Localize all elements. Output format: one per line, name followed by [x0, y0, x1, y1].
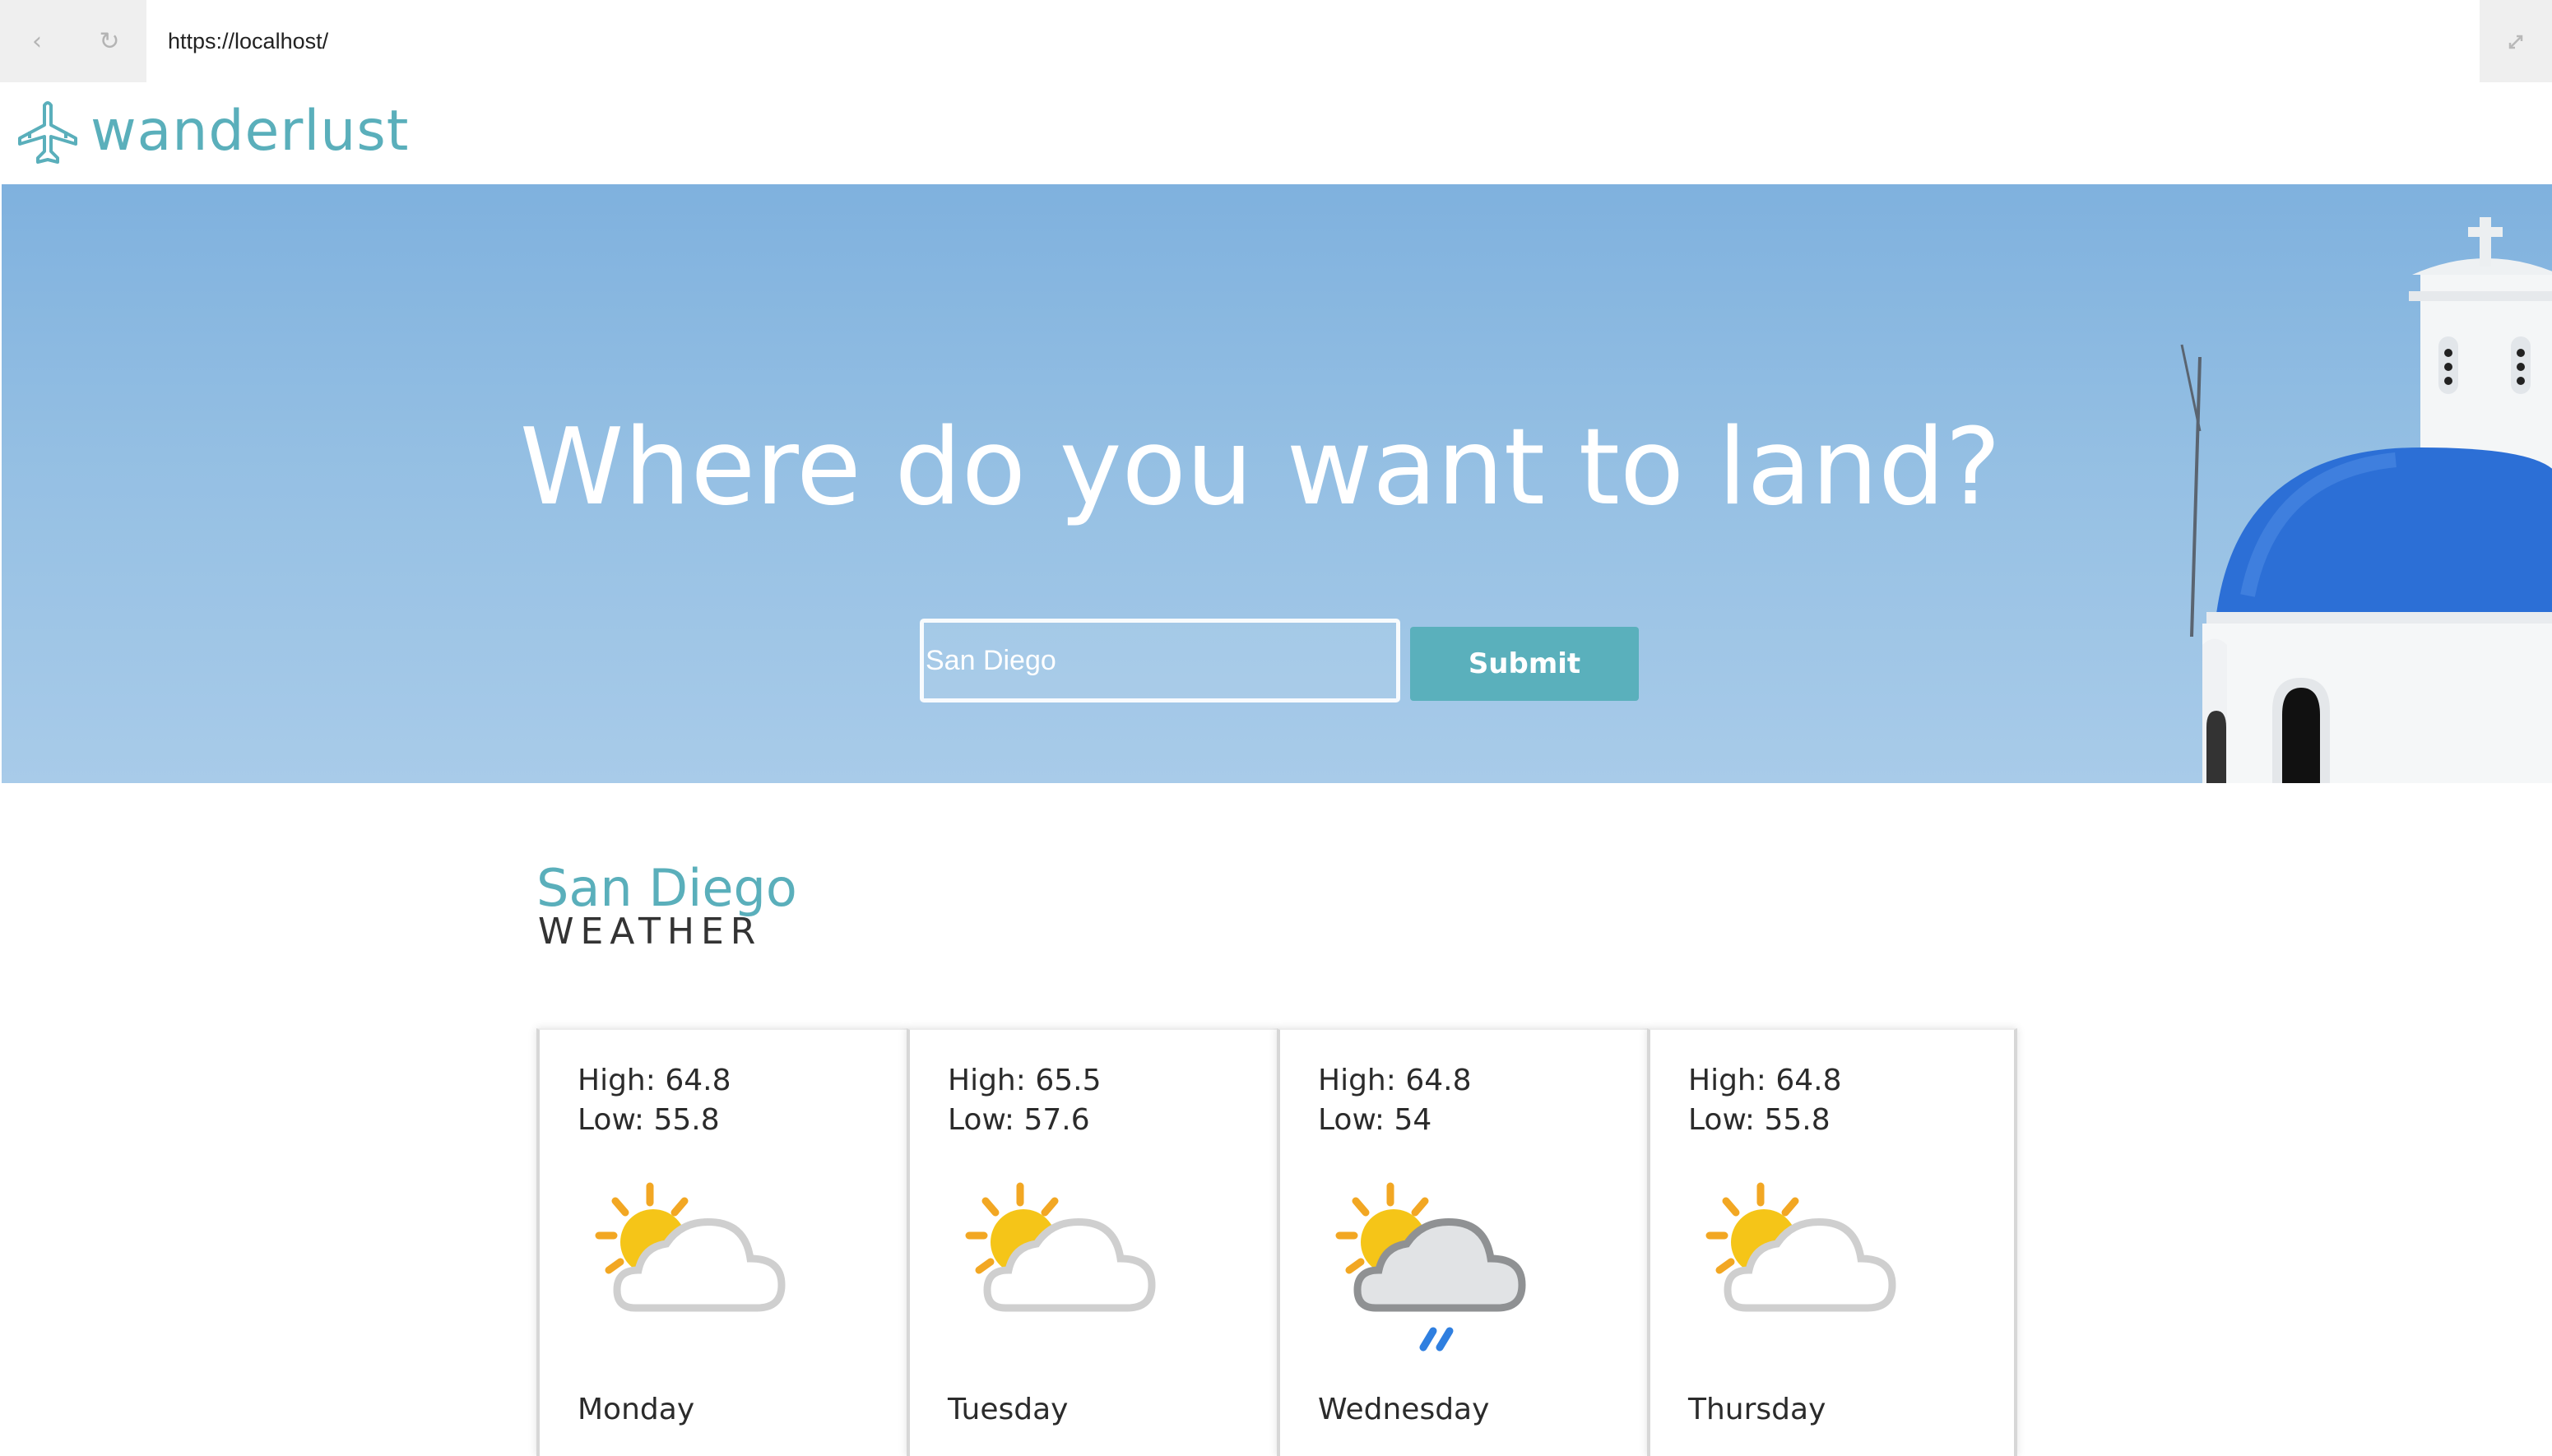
- high-temp: High: 64.8: [1688, 1064, 1842, 1097]
- partly-cloudy-icon: [1705, 1182, 1896, 1312]
- forecast-card-thursday: High: 64.8 Low: 55.8 Thursday: [1647, 1028, 2017, 1456]
- low-temp: Low: 57.6: [948, 1103, 1090, 1137]
- airplane-icon[interactable]: [15, 100, 81, 166]
- forecast-cards: High: 64.8 Low: 55.8 Monday High: 65.5 L…: [536, 1028, 2019, 1456]
- site-header: wanderlust: [0, 82, 2552, 184]
- hero-banner: Where do you want to land? Submit: [2, 184, 2552, 783]
- navigation-buttons: ‹ ↻: [0, 0, 146, 82]
- address-bar[interactable]: https://localhost/: [168, 25, 328, 58]
- forecast-card-wednesday: High: 64.8 Low: 54 Wednesday: [1277, 1028, 1647, 1456]
- high-temp: High: 64.8: [1318, 1064, 1472, 1097]
- expand-icon: [2508, 35, 2523, 49]
- forecast-card-monday: High: 64.8 Low: 55.8 Monday: [536, 1028, 907, 1456]
- day-label: Tuesday: [948, 1393, 1069, 1426]
- browser-toolbar: ‹ ↻ https://localhost/: [0, 0, 2552, 82]
- low-temp: Low: 55.8: [1688, 1103, 1830, 1137]
- day-label: Monday: [578, 1393, 695, 1426]
- back-icon[interactable]: ‹: [16, 21, 58, 63]
- destination-input[interactable]: [920, 619, 1400, 702]
- high-temp: High: 65.5: [948, 1064, 1102, 1097]
- expand-button[interactable]: [2480, 0, 2552, 82]
- day-label: Thursday: [1688, 1393, 1826, 1426]
- submit-button[interactable]: Submit: [1410, 627, 1639, 701]
- partly-cloudy-icon: [965, 1182, 1156, 1312]
- low-temp: Low: 54: [1318, 1103, 1432, 1137]
- logo-text[interactable]: wanderlust: [90, 97, 409, 166]
- low-temp: Low: 55.8: [578, 1103, 720, 1137]
- rain-icon: [1335, 1182, 1526, 1352]
- weather-label: WEATHER: [538, 911, 763, 953]
- reload-icon[interactable]: ↻: [89, 21, 130, 63]
- church-image: [2180, 217, 2552, 783]
- partly-cloudy-icon: [595, 1182, 786, 1312]
- day-label: Wednesday: [1318, 1393, 1490, 1426]
- high-temp: High: 64.8: [578, 1064, 731, 1097]
- forecast-card-tuesday: High: 65.5 Low: 57.6 Tuesday: [907, 1028, 1277, 1456]
